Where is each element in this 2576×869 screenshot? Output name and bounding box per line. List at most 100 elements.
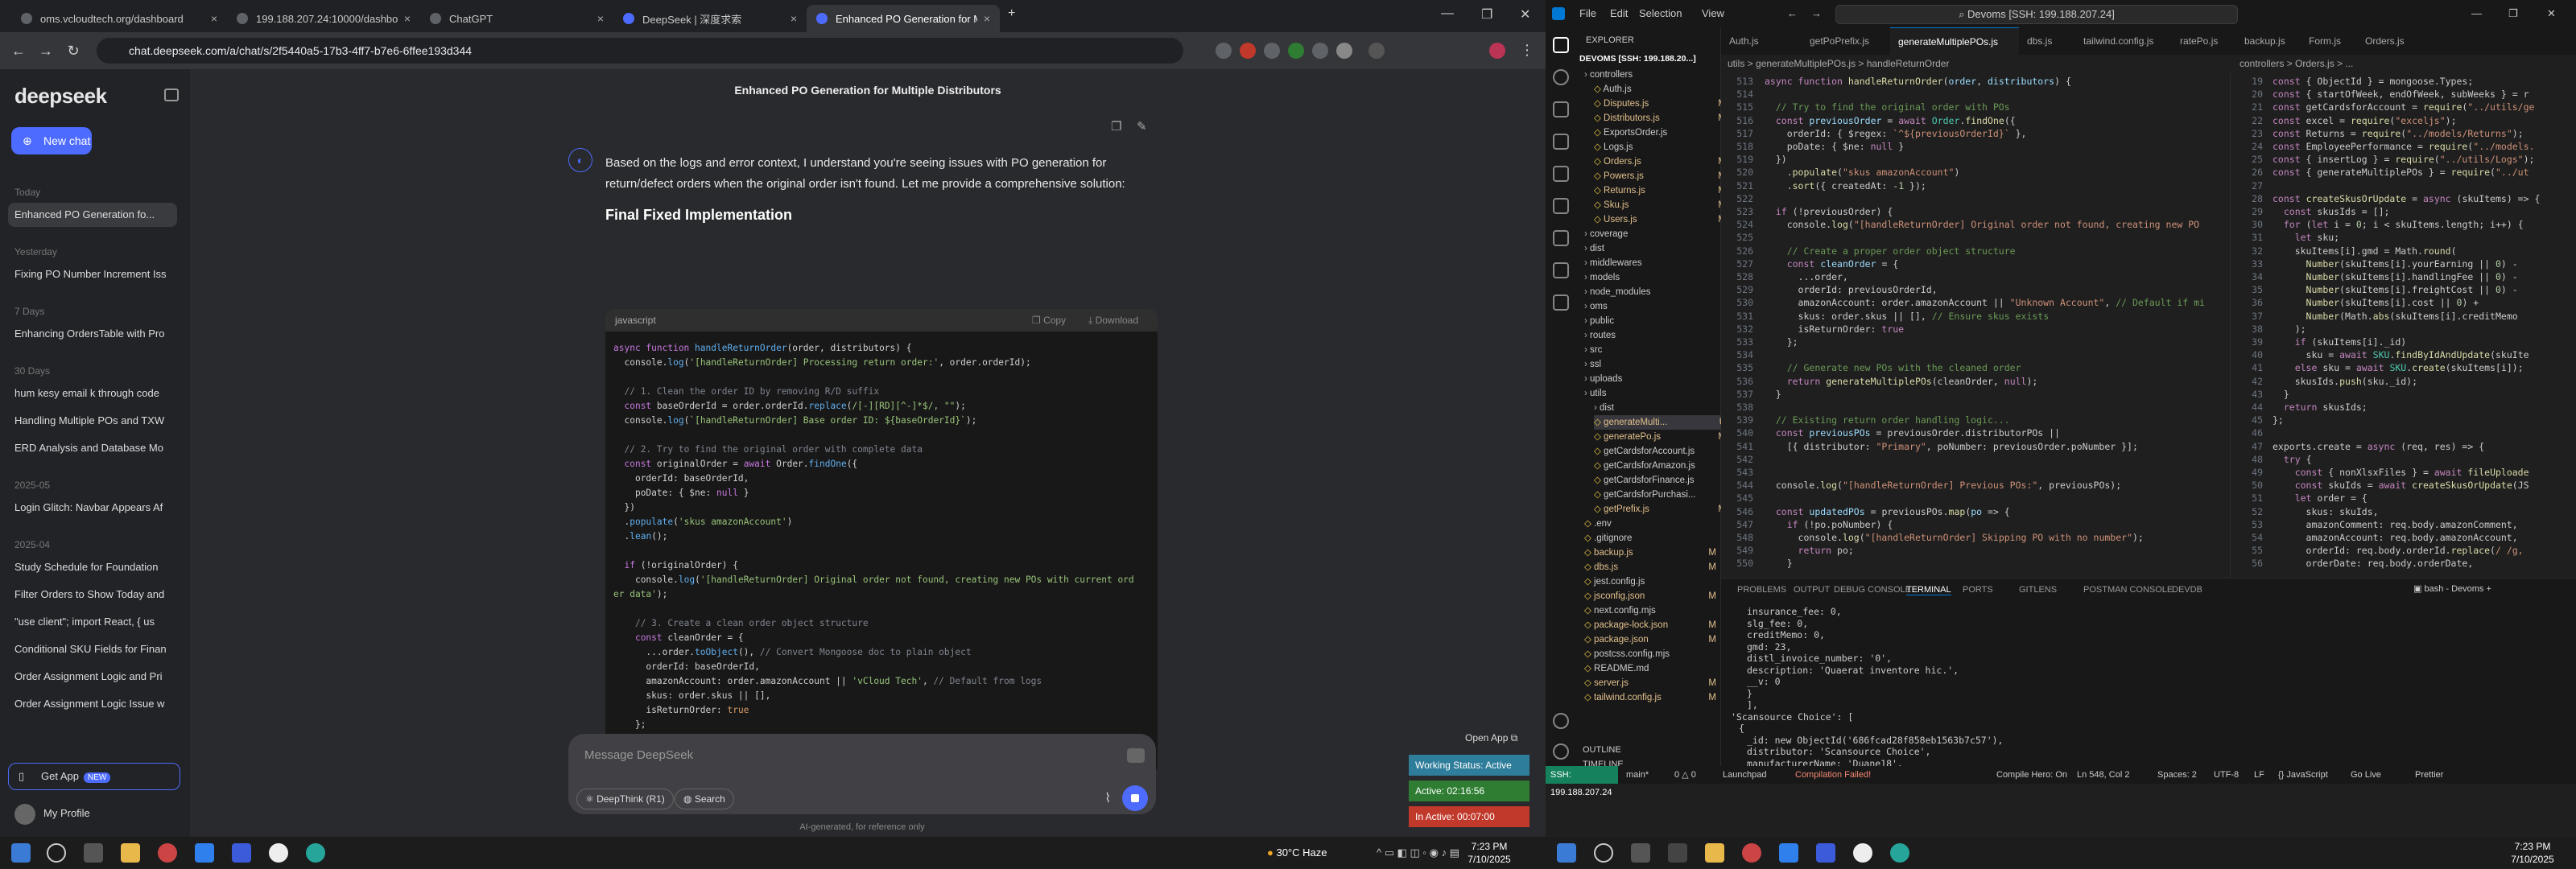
clock[interactable]: 7:23 PM 7/10/2025 [1457,840,1521,866]
code-line[interactable]: }; [2273,414,2284,426]
editor-tab[interactable]: Form.js [2301,27,2357,55]
close-icon[interactable]: × [211,12,217,25]
git-branch[interactable]: main* [1626,766,1649,784]
code-line[interactable]: Number(skuItems[i].freightCost || 0) - [2273,284,2518,295]
download-code-button[interactable]: ⤓ Download [1088,309,1138,332]
file-item[interactable]: ◇ .gitignore [1584,531,1721,546]
launchpad[interactable]: Launchpad [1723,766,1766,784]
editor-tab[interactable]: dbs.js [2019,27,2075,55]
profile-button[interactable]: My Profile [14,803,90,825]
file-item[interactable]: ◇ README.md [1584,661,1721,676]
terminal-selector[interactable]: ▣ bash - Devoms + [2413,583,2491,594]
code-line[interactable]: .sort({ createdAt: -1 }); [1765,180,1926,192]
code-line[interactable]: skus: skuIds, [2273,506,2379,517]
editor-tab[interactable]: backup.js [2236,27,2301,55]
code-line[interactable]: ); [2273,323,2306,335]
collapse-sidebar-icon[interactable] [164,89,179,101]
folder-item[interactable]: › routes [1584,328,1721,343]
folder-item[interactable]: › oms [1584,299,1721,314]
edit-icon[interactable]: ✎ [1137,119,1147,134]
folder-item[interactable]: › models [1584,270,1721,285]
url-field[interactable]: chat.deepseek.com/a/chat/s/2f5440a5-17b3… [97,38,1183,64]
settings-gear-icon[interactable] [1553,743,1569,760]
file-item[interactable]: ◇ ExportsOrder.js [1594,126,1731,140]
file-item[interactable]: ◇ getCardsforPurchasi... [1594,488,1731,502]
panel-tab[interactable]: PROBLEMS [1737,585,1786,595]
code-line[interactable]: // Create a proper order object structur… [1765,245,2016,257]
file-item[interactable]: ◇ tailwind.config.js M [1584,690,1721,705]
extension-icon[interactable] [1216,43,1232,59]
code-line[interactable]: const excel = require("exceljs"); [2273,115,2457,126]
history-item[interactable]: Order Assignment Logic and Pri [8,665,177,689]
extension-icon[interactable] [1240,43,1256,59]
code-line[interactable]: .populate("skus amazonAccount") [1765,167,1960,178]
file-item[interactable]: ◇ jest.config.js [1584,575,1721,589]
copy-icon[interactable]: ❐ [1111,119,1121,134]
file-item[interactable]: ◇ Disputes.jsM [1594,97,1731,111]
go-live[interactable]: Go Live [2351,766,2381,784]
explorer-icon[interactable] [1553,37,1569,53]
windows-start-icon[interactable] [1557,843,1576,863]
file-item[interactable]: ◇ generatePo.jsM [1594,430,1731,444]
close-icon[interactable]: × [791,12,797,25]
code-line[interactable]: orderId: { $regex: `^${previousOrderId}`… [1765,128,2027,139]
panel-tab[interactable]: POSTMAN CONSOLE [2083,585,2173,595]
nav-back-icon[interactable]: ← [1787,7,1798,19]
folder-item[interactable]: › dist [1584,241,1721,256]
app-icon[interactable] [269,843,288,863]
task-view-icon[interactable] [84,843,103,863]
app-icon[interactable] [1816,843,1835,863]
code-line[interactable]: skus: order.skus || [], // Ensure skus e… [1765,311,2050,322]
browser-tab[interactable]: 199.188.207.24:10000/dashboard × [227,5,420,32]
code-line[interactable]: // Generate new POs with the cleaned ord… [1765,362,2021,373]
system-tray-icons[interactable]: ^ ▭ ◧ ◫ ◦ ◉ ♪ ▤ [1377,846,1459,859]
file-item[interactable]: ◇ package-lock.json M [1584,618,1721,632]
open-app-link[interactable]: Open App ⧉ [1465,732,1517,744]
chrome-icon[interactable] [158,843,177,863]
code-line[interactable]: }; [1765,336,1798,348]
app-icon[interactable] [306,843,325,863]
file-item[interactable]: ◇ Logs.js [1594,140,1731,154]
folder-item[interactable]: › dist [1594,401,1731,415]
menu-file[interactable]: File [1579,7,1596,19]
panel-tab[interactable]: TERMINAL [1906,585,1951,595]
history-item[interactable]: Study Schedule for Foundation [8,555,177,579]
browser-tab[interactable]: DeepSeek | 深度求索 × [613,5,807,32]
code-line[interactable]: const { ObjectId } = mongoose.Types; [2273,76,2473,87]
file-item[interactable]: ◇ getCardsforAccount.js [1594,444,1731,459]
file-item[interactable]: ◇ Returns.jsM [1594,183,1731,198]
indentation[interactable]: Spaces: 2 [2157,766,2197,784]
file-item[interactable]: ◇ Orders.jsM [1594,154,1731,169]
history-item[interactable]: ERD Analysis and Database Mo [8,436,177,460]
folder-item[interactable]: › src [1584,343,1721,357]
panel-tab[interactable]: PORTS [1963,585,1993,595]
code-line[interactable]: const EmployeePerformance = require("../… [2273,141,2534,152]
minimize-icon[interactable]: — [1441,6,1454,21]
code-line[interactable]: exports.create = async (req, res) => { [2273,441,2484,452]
code-line[interactable]: const updatedPOs = previousPOs.map(po =>… [1765,506,2010,517]
code-line[interactable]: amazonAccount: order.amazonAccount || "U… [1765,297,2205,308]
back-icon[interactable]: ← [5,43,32,60]
forward-icon[interactable]: → [32,43,60,60]
code-line[interactable]: } [1765,389,1781,400]
code-line[interactable]: const skuIds = await createSkusOrUpdate(… [2273,480,2529,491]
extensions-puzzle-icon[interactable] [1368,43,1385,59]
code-line[interactable]: return generateMultiplePOs(cleanOrder, n… [1765,376,2038,387]
code-line[interactable]: if (!previousOrder) { [1765,206,1893,217]
file-item[interactable]: ◇ getPrefix.jsM [1594,502,1731,517]
file-explorer-icon[interactable] [121,843,140,863]
code-line[interactable]: }) [1765,154,1787,165]
copy-code-button[interactable]: ❐ Copy [1032,309,1066,332]
editor-tab[interactable]: getPoPrefix.js [1802,27,1890,55]
file-item[interactable]: ◇ postcss.config.mjs [1584,647,1721,661]
vscode-icon[interactable] [195,843,214,863]
code-line[interactable]: isReturnOrder: true [1765,323,1905,335]
code-line[interactable]: return skusIds; [2273,402,2368,413]
problems-count[interactable]: 0 △ 0 [1674,766,1696,784]
line-ending[interactable]: LF [2254,766,2264,784]
folder-item[interactable]: › coverage [1584,227,1721,241]
reload-icon[interactable]: ↻ [60,43,87,60]
extension-icon[interactable] [1336,43,1352,59]
code-line[interactable]: if (!po.poNumber) { [1765,519,1893,530]
code-line[interactable]: return po; [1765,545,1854,556]
